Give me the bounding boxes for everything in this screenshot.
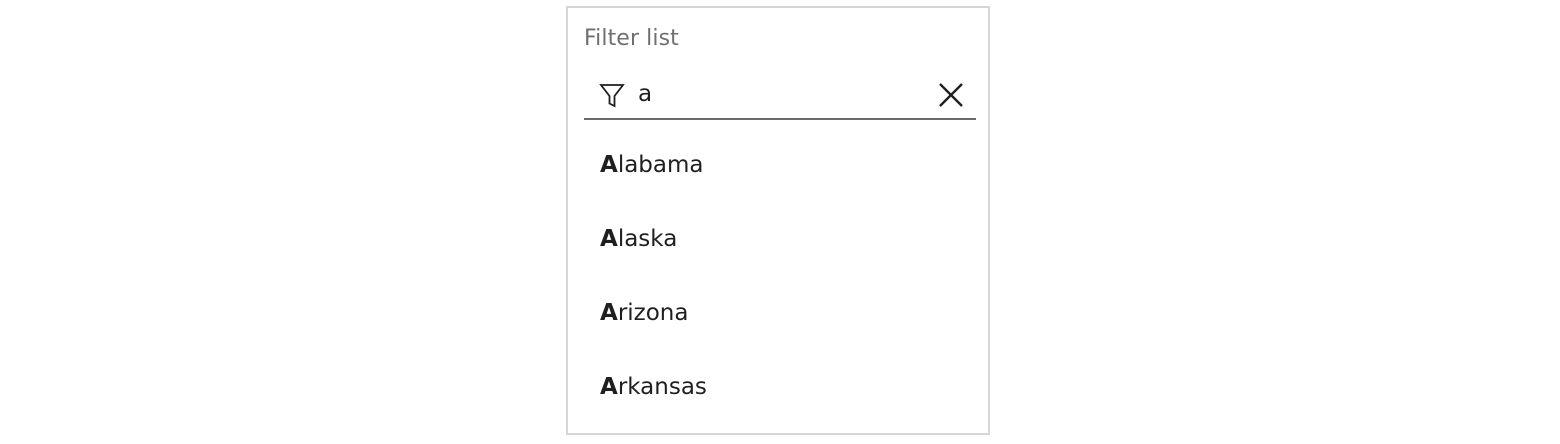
option-rest-text: laska: [617, 226, 678, 252]
option-match-text: A: [600, 152, 618, 178]
close-icon: [939, 83, 963, 107]
option-alabama[interactable]: Alabama: [584, 128, 976, 202]
clear-button[interactable]: [936, 80, 966, 110]
option-match-text: A: [600, 374, 618, 400]
filter-input[interactable]: [638, 78, 908, 110]
option-match-text: A: [600, 300, 618, 326]
filter-input-row[interactable]: [584, 72, 976, 120]
option-match-text: A: [600, 226, 618, 252]
filter-icon: [598, 82, 626, 110]
option-rest-text: rkansas: [617, 374, 707, 400]
filtered-options-list: Alabama Alaska Arizona Arkansas: [584, 128, 976, 424]
filter-label: Filter list: [584, 26, 679, 51]
option-arkansas[interactable]: Arkansas: [584, 350, 976, 424]
option-alaska[interactable]: Alaska: [584, 202, 976, 276]
option-arizona[interactable]: Arizona: [584, 276, 976, 350]
filter-list-panel: Filter list Alabama Alaska Arizona Arkan…: [566, 6, 990, 435]
option-rest-text: rizona: [617, 300, 689, 326]
option-rest-text: labama: [617, 152, 704, 178]
